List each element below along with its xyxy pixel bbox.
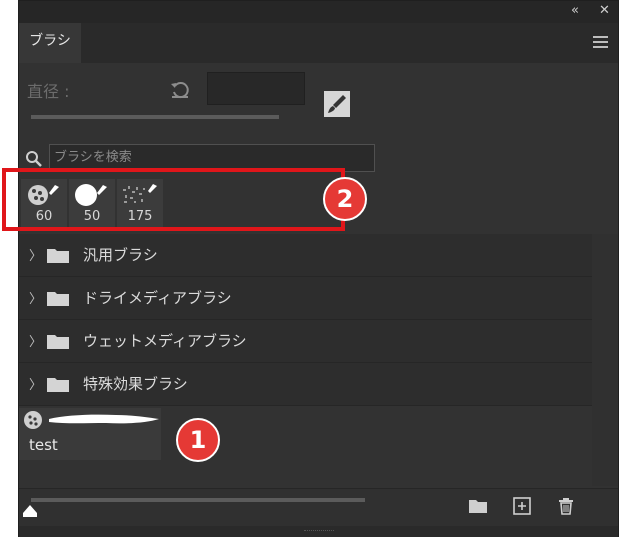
panel-menu-icon[interactable] [593,36,608,48]
resize-grip[interactable] [19,526,618,537]
group-label: 特殊効果ブラシ [83,375,188,393]
annotation-badge-1: 1 [176,418,220,462]
chevron-right-icon[interactable]: 〉 [29,374,42,393]
collapse-icon[interactable]: « [571,3,579,19]
chevron-right-icon[interactable]: 〉 [29,245,42,264]
brush-group-wet-media[interactable]: 〉 ウェットメディアブラシ [19,320,593,363]
slider-knob-icon[interactable] [23,505,37,517]
folder-icon [47,378,69,392]
search-icon [26,151,42,167]
diameter-label: 直径 : [27,82,70,101]
tab-row: ブラシ [19,23,618,63]
custom-brush-item[interactable]: test [19,408,161,460]
folder-icon [47,292,69,306]
folder-icon [47,335,69,349]
reset-icon[interactable] [169,78,191,100]
diameter-slider[interactable] [31,115,279,119]
panel-footer [19,488,618,527]
brush-stroke-preview-icon [24,411,159,429]
group-label: ドライメディアブラシ [83,289,232,307]
brush-panel: « ✕ ブラシ 直径 : ブラシを検索 60 50 175 〉 汎用ブラシ 〉 … [18,0,619,537]
chevron-right-icon[interactable]: 〉 [29,331,42,350]
folder-icon [47,249,69,263]
diameter-input[interactable] [207,72,305,105]
close-icon[interactable]: ✕ [599,3,610,19]
brush-group-dry-media[interactable]: 〉 ドライメディアブラシ [19,277,593,320]
preview-size-slider[interactable] [31,498,365,502]
list-scrollbar[interactable] [592,234,618,486]
new-brush-icon[interactable] [513,497,531,515]
brush-settings-icon[interactable] [324,91,350,117]
brush-name: test [29,436,58,454]
trash-icon[interactable] [557,497,575,515]
brush-group-general[interactable]: 〉 汎用ブラシ [19,234,593,277]
chevron-right-icon[interactable]: 〉 [29,288,42,307]
annotation-badge-2: 2 [323,177,367,221]
group-label: ウェットメディアブラシ [83,332,247,350]
panel-title-bar: « ✕ [19,1,618,23]
new-group-folder-icon[interactable] [469,497,487,515]
brush-group-special-effects[interactable]: 〉 特殊効果ブラシ [19,363,593,406]
recent-brushes-highlight [2,168,345,231]
group-label: 汎用ブラシ [83,246,158,264]
tab-brushes[interactable]: ブラシ [19,23,81,63]
